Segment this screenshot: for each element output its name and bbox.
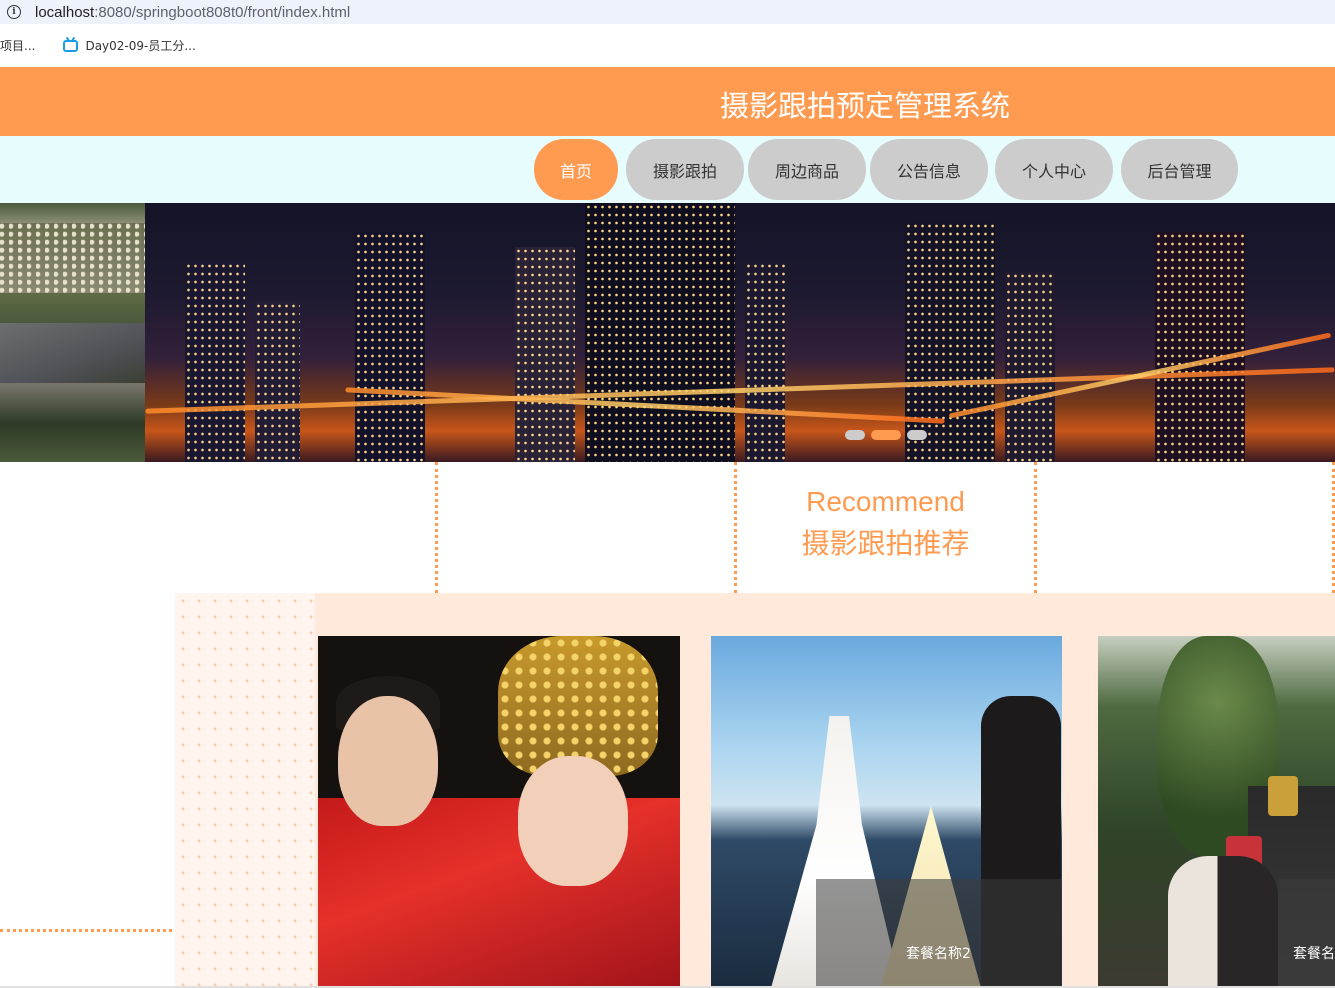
recommend-decor-box bbox=[435, 462, 737, 593]
building-shape bbox=[1005, 272, 1055, 462]
recommend-card[interactable] bbox=[318, 636, 680, 988]
photo-shape bbox=[338, 696, 438, 826]
photo-shape bbox=[498, 636, 658, 776]
bookmark-label: Day02-09-员工分... bbox=[85, 39, 196, 53]
bookmark-item[interactable]: Day02-09-员工分... bbox=[63, 37, 196, 54]
building-shape bbox=[1155, 232, 1245, 462]
building-shape bbox=[905, 222, 995, 462]
card-caption-overlay bbox=[1278, 879, 1335, 988]
nav-item-profile[interactable]: 个人中心 bbox=[995, 139, 1113, 200]
info-icon[interactable]: i bbox=[7, 5, 21, 19]
url-text[interactable]: localhost:8080/springboot808t0/front/ind… bbox=[35, 4, 350, 21]
building-shape bbox=[585, 203, 735, 462]
card-caption-overlay bbox=[816, 879, 1062, 988]
bookmarks-bar: 项目... Day02-09-员工分... bbox=[0, 24, 1335, 67]
banner-slide-city-night bbox=[145, 203, 1335, 462]
building-shape bbox=[355, 232, 425, 462]
nav-item-notices[interactable]: 公告信息 bbox=[870, 139, 988, 200]
nav-item-photography[interactable]: 摄影跟拍 bbox=[626, 139, 744, 200]
card-label: 套餐名 bbox=[1293, 946, 1335, 962]
carousel-dot[interactable] bbox=[845, 430, 865, 440]
recommend-heading: Recommend 摄影跟拍推荐 bbox=[736, 462, 1035, 593]
building-shape bbox=[745, 262, 785, 462]
decor-rule bbox=[0, 929, 172, 934]
building-shape bbox=[515, 247, 575, 462]
nav-item-admin[interactable]: 后台管理 bbox=[1121, 139, 1238, 200]
recommend-card[interactable]: 套餐名称2 bbox=[711, 636, 1062, 988]
recommend-title-en: Recommend bbox=[806, 486, 965, 517]
url-path: :8080/springboot808t0/front/index.html bbox=[94, 3, 351, 21]
nav-item-products[interactable]: 周边商品 bbox=[748, 139, 866, 200]
photo-shape bbox=[518, 756, 628, 886]
carousel-dot-active[interactable] bbox=[871, 430, 901, 440]
recommend-card[interactable]: 套餐名 bbox=[1098, 636, 1335, 988]
bookmark-label: 项目... bbox=[0, 39, 36, 53]
building-shape bbox=[255, 302, 300, 462]
bookmark-item[interactable]: 项目... bbox=[0, 37, 35, 54]
recommend-decor-box bbox=[1034, 462, 1335, 593]
carousel-dot[interactable] bbox=[907, 430, 927, 440]
nav-item-home[interactable]: 首页 bbox=[534, 139, 618, 200]
bilibili-tv-icon bbox=[63, 39, 79, 52]
site-header: 摄影跟拍预定管理系统 bbox=[0, 67, 1335, 136]
recommend-title-cn: 摄影跟拍推荐 bbox=[801, 527, 970, 560]
banner-carousel[interactable] bbox=[0, 203, 1335, 462]
building-shape bbox=[185, 262, 245, 462]
banner-slide-previous bbox=[0, 203, 145, 462]
card-label: 套餐名称2 bbox=[906, 946, 971, 962]
photo-shape bbox=[1268, 776, 1298, 816]
address-bar[interactable]: i localhost:8080/springboot808t0/front/i… bbox=[0, 0, 1335, 24]
url-host: localhost bbox=[35, 3, 95, 21]
site-title: 摄影跟拍预定管理系统 bbox=[720, 89, 1011, 123]
main-nav: 首页 摄影跟拍 周边商品 公告信息 个人中心 后台管理 bbox=[0, 136, 1335, 203]
photo-shape bbox=[1168, 856, 1278, 988]
carousel-indicators bbox=[845, 430, 927, 440]
